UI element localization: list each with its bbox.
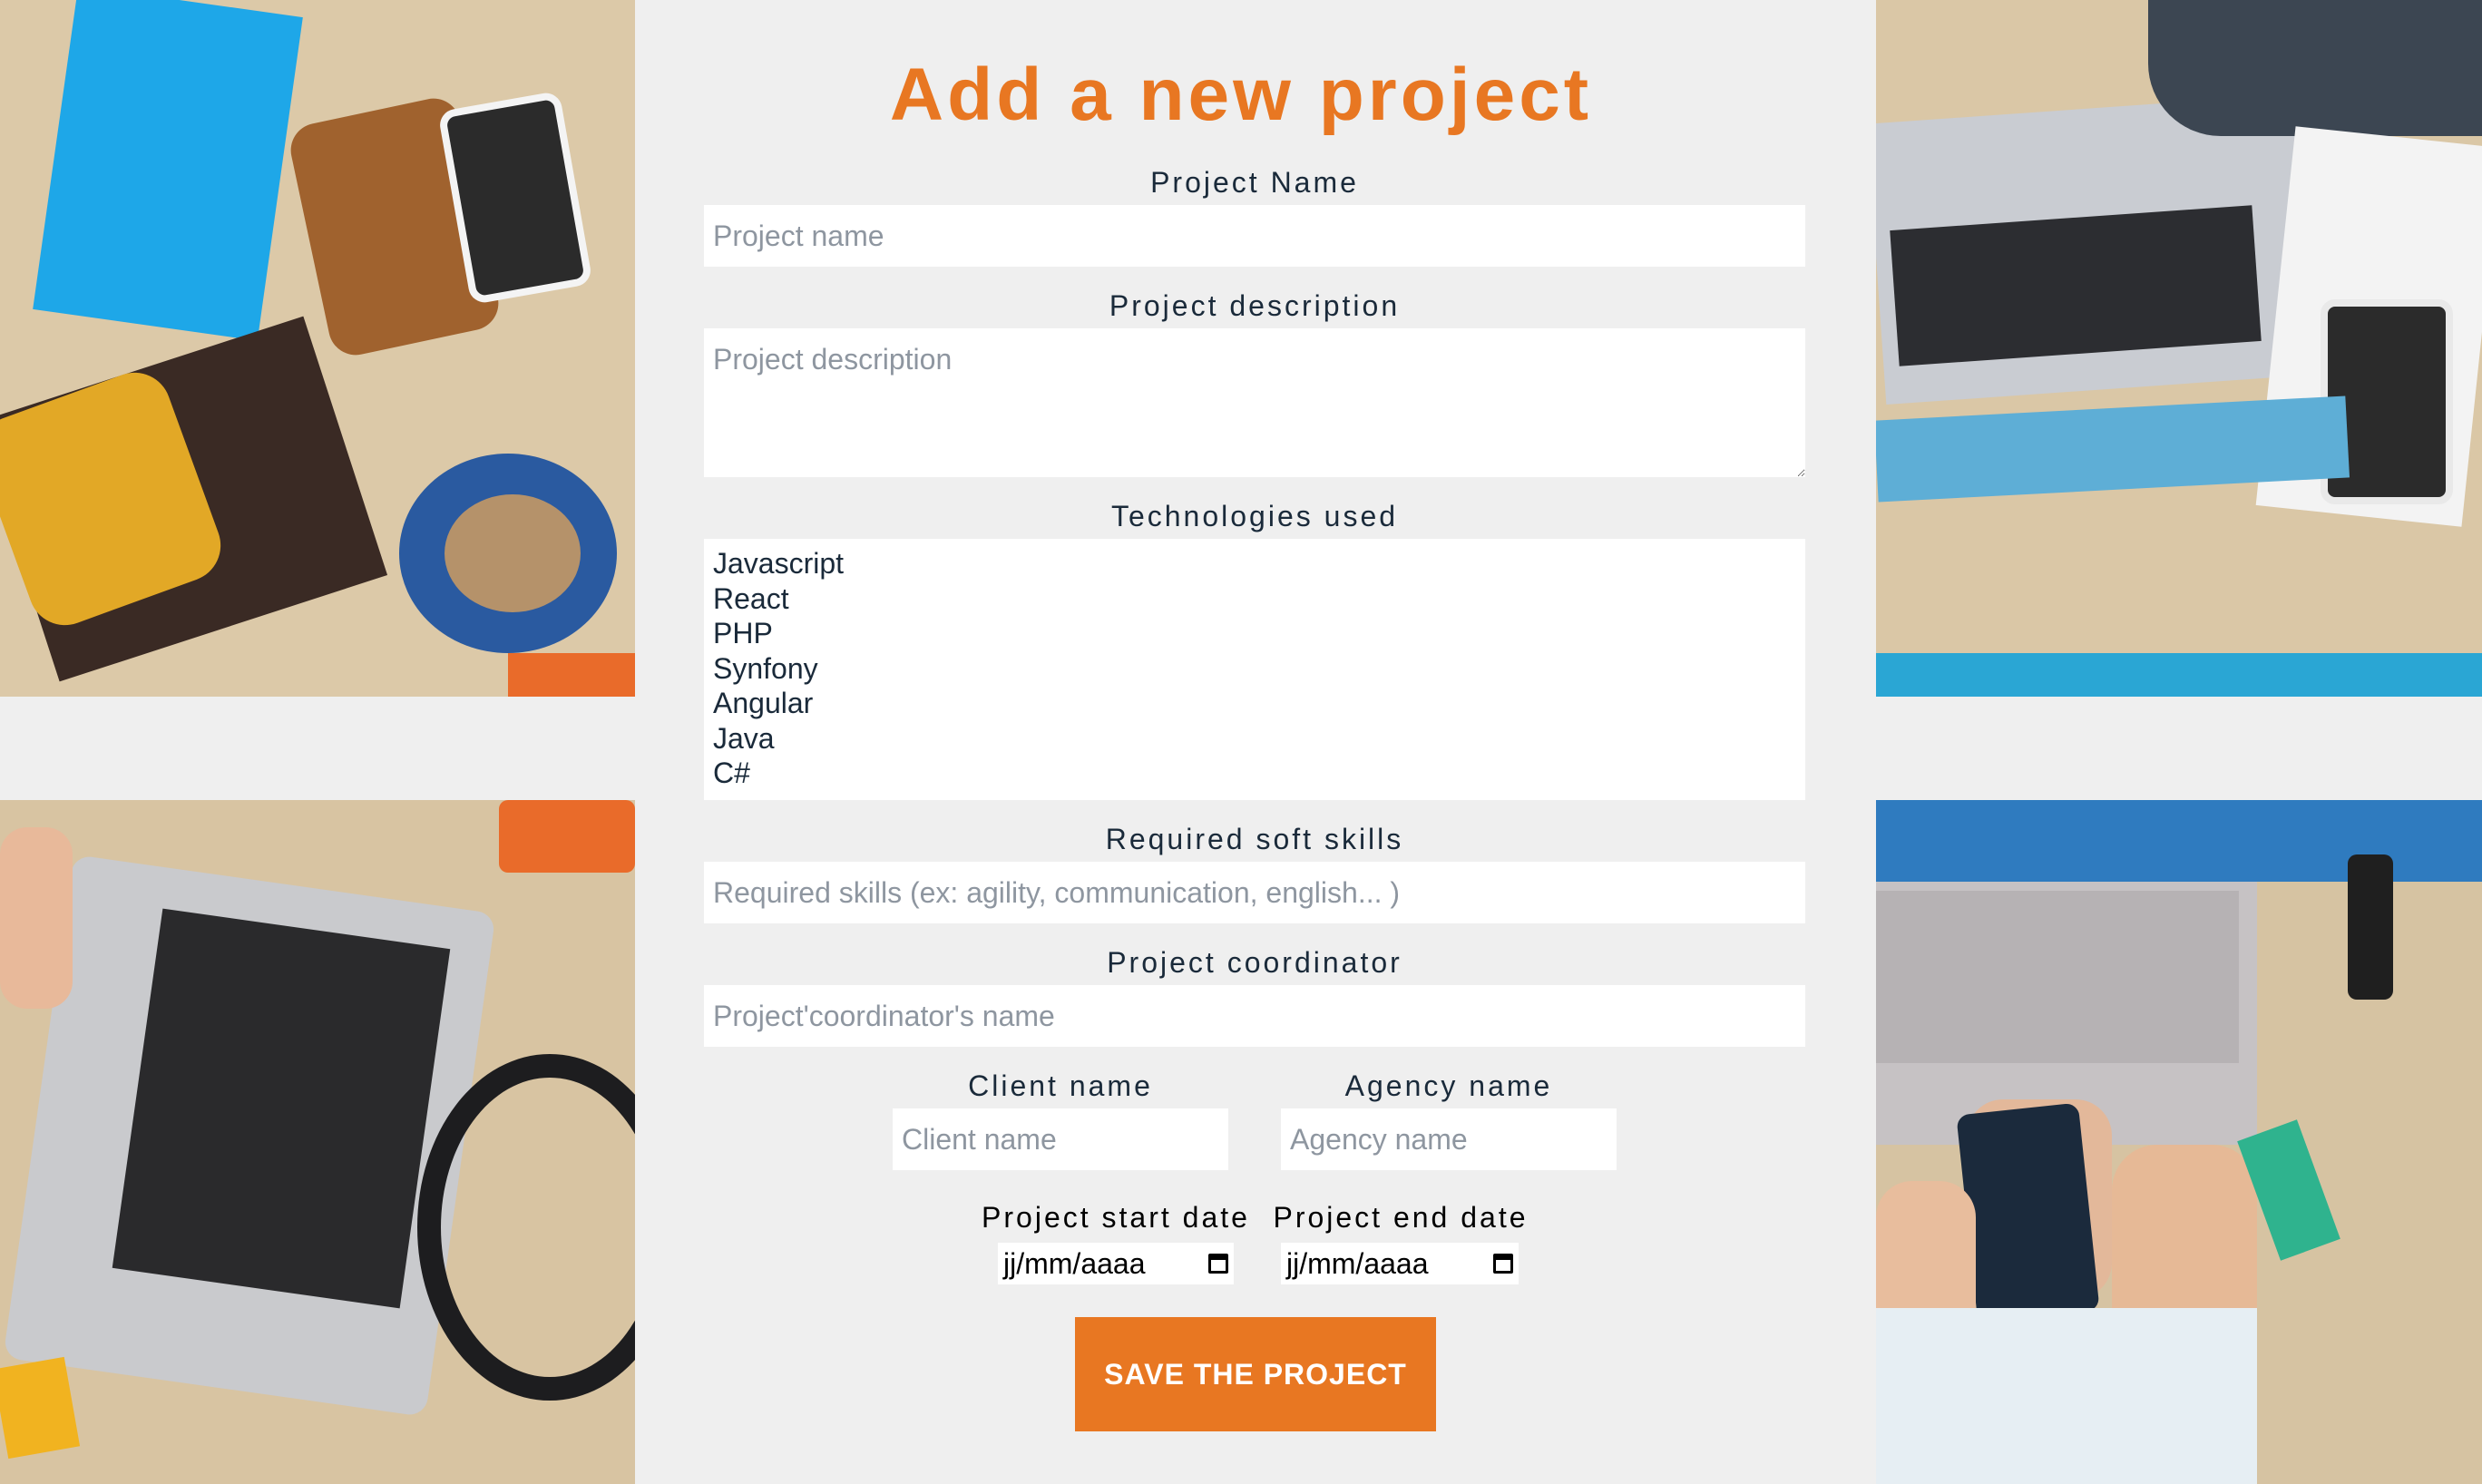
project-name-label: Project Name: [1150, 166, 1359, 199]
page-title: Add a new project: [889, 54, 1593, 136]
client-name-input[interactable]: [893, 1108, 1228, 1170]
soft-skills-input[interactable]: [704, 862, 1805, 923]
technology-option[interactable]: Javascript: [713, 546, 1796, 581]
technology-option[interactable]: Java: [713, 721, 1796, 757]
start-date-input[interactable]: jj/mm/aaaa: [998, 1243, 1234, 1284]
coordinator-label: Project coordinator: [1107, 946, 1402, 979]
end-date-input[interactable]: jj/mm/aaaa: [1281, 1243, 1519, 1284]
technology-option[interactable]: PHP: [713, 616, 1796, 651]
project-name-input[interactable]: [704, 205, 1805, 267]
agency-name-input[interactable]: [1281, 1108, 1617, 1170]
project-description-textarea[interactable]: [704, 328, 1805, 477]
project-description-label: Project description: [1109, 289, 1401, 322]
end-date-label: Project end date: [1273, 1201, 1529, 1234]
soft-skills-label: Required soft skills: [1105, 823, 1404, 855]
technology-option[interactable]: C#: [713, 756, 1796, 791]
calendar-icon[interactable]: [1208, 1254, 1228, 1274]
start-date-label: Project start date: [982, 1201, 1250, 1234]
background-photo-bottom-left: [0, 800, 635, 1484]
end-date-value: jj/mm/aaaa: [1286, 1246, 1429, 1280]
technology-option[interactable]: React: [713, 581, 1796, 617]
calendar-icon[interactable]: [1493, 1254, 1513, 1274]
technology-option[interactable]: Angular: [713, 686, 1796, 721]
client-name-label: Client name: [968, 1069, 1153, 1102]
agency-name-label: Agency name: [1344, 1069, 1553, 1102]
technologies-label: Technologies used: [1110, 500, 1399, 532]
save-project-button[interactable]: SAVE THE PROJECT: [1075, 1317, 1436, 1431]
technologies-select[interactable]: Javascript React PHP Synfony Angular Jav…: [704, 539, 1805, 800]
coordinator-input[interactable]: [704, 985, 1805, 1047]
technology-option[interactable]: Synfony: [713, 651, 1796, 687]
start-date-value: jj/mm/aaaa: [1003, 1246, 1146, 1280]
background-photo-bottom-right: [1876, 800, 2482, 1484]
